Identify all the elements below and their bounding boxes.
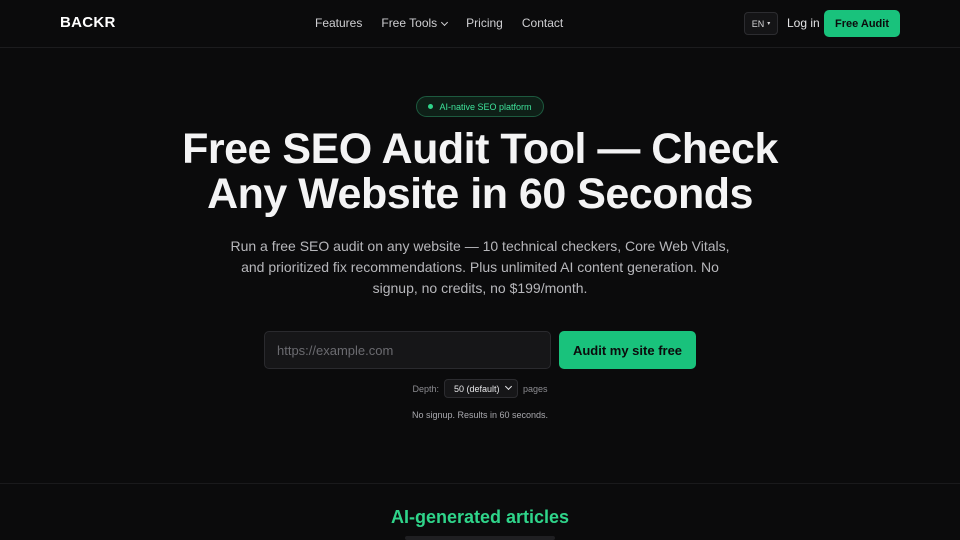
language-label: EN	[751, 18, 765, 29]
chevron-down-icon	[441, 18, 449, 27]
depth-label: Depth:	[412, 383, 439, 394]
status-dot-icon	[428, 104, 434, 109]
headline-line-1: Free SEO Audit Tool — Check	[182, 125, 778, 173]
chevron-down-icon	[504, 382, 513, 391]
nav-link-free-tools-label: Free Tools	[381, 16, 438, 30]
depth-select-value: 50 (default)	[454, 383, 500, 394]
depth-row: Depth: 50 (default) pages	[0, 379, 960, 398]
free-audit-button[interactable]: Free Audit	[824, 10, 900, 37]
section-title: AI-generated articles	[390, 507, 570, 527]
nav-link-contact[interactable]: Contact	[522, 16, 563, 30]
depth-unit: pages	[523, 383, 548, 394]
brand-logo[interactable]: BACKR	[60, 14, 116, 31]
section-divider	[0, 483, 960, 484]
form-note: No signup. Results in 60 seconds.	[411, 410, 549, 420]
depth-select[interactable]: 50 (default)	[444, 379, 518, 398]
url-input[interactable]	[264, 331, 551, 369]
audit-submit-button[interactable]: Audit my site free	[559, 331, 696, 369]
top-navbar: BACKR Features Free Tools Pricing Contac…	[0, 0, 960, 48]
platform-badge: AI-native SEO platform	[416, 96, 544, 117]
nav-link-pricing[interactable]: Pricing	[466, 16, 503, 30]
caret-down-icon: ▾	[767, 21, 771, 27]
cut-off-text-placeholder	[405, 536, 555, 540]
language-selector[interactable]: EN ▾	[744, 12, 778, 35]
hero-subtitle: Run a free SEO audit on any website — 10…	[230, 238, 730, 296]
hero-headline: Free SEO Audit Tool — Check Any Website …	[0, 127, 960, 217]
badge-label: AI-native SEO platform	[439, 101, 532, 112]
nav-link-features[interactable]: Features	[315, 16, 362, 30]
nav-link-free-tools[interactable]: Free Tools	[381, 16, 449, 30]
headline-line-2: Any Website in 60 Seconds	[207, 170, 753, 218]
login-link[interactable]: Log in	[787, 16, 820, 30]
nav-links: Features Free Tools Pricing Contact	[315, 16, 582, 30]
